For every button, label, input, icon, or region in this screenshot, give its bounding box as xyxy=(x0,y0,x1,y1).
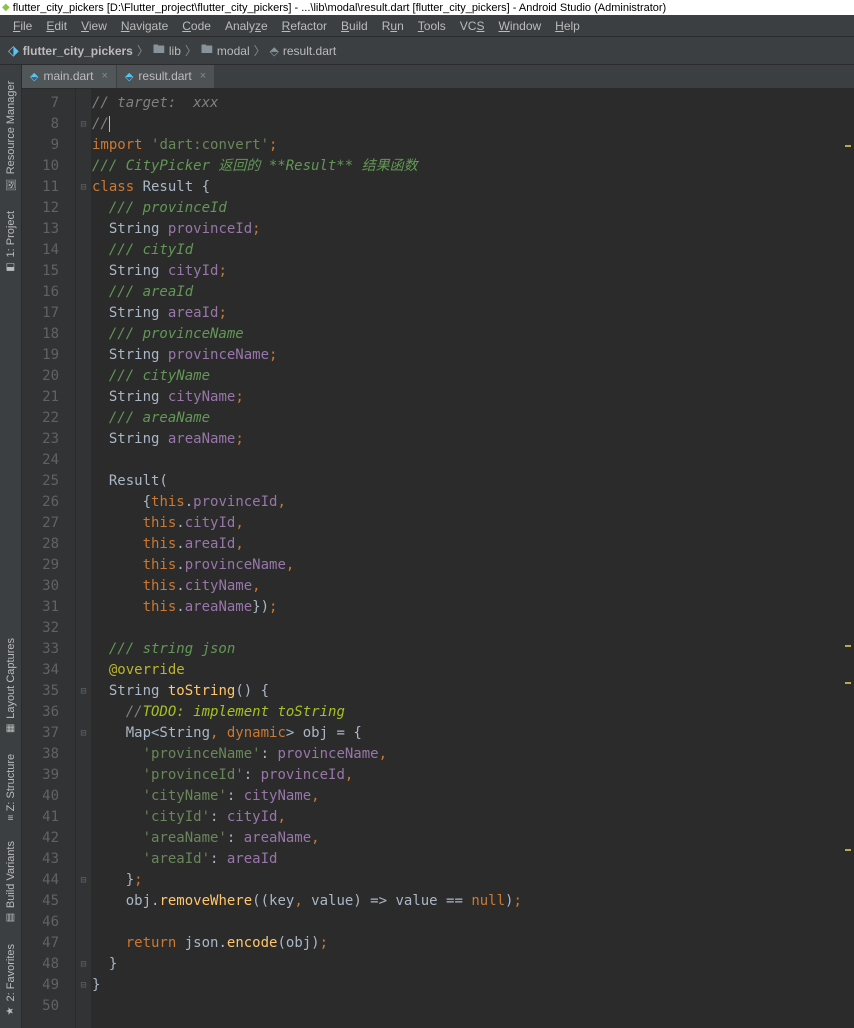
menu-tools[interactable]: Tools xyxy=(411,19,453,33)
app-icon: ◆ xyxy=(2,2,10,13)
breadcrumb-folder-lib[interactable]: 🖿 lib xyxy=(153,40,181,61)
menu-run[interactable]: Run xyxy=(375,19,411,33)
breadcrumb: ⬗ flutter_city_pickers 〉 🖿 lib 〉 🖿 modal… xyxy=(0,37,854,65)
menu-bar: File Edit View Navigate Code Analyze Ref… xyxy=(0,15,854,37)
menu-view[interactable]: View xyxy=(74,19,114,33)
dart-file-icon: ⬘ xyxy=(270,44,279,58)
dart-file-icon: ⬘ xyxy=(30,70,38,83)
breadcrumb-file[interactable]: ⬘ result.dart xyxy=(270,44,337,58)
menu-window[interactable]: Window xyxy=(491,19,548,33)
menu-build[interactable]: Build xyxy=(334,19,375,33)
breadcrumb-folder-modal[interactable]: 🖿 modal xyxy=(201,40,250,61)
menu-help[interactable]: Help xyxy=(548,19,587,33)
tab-main-dart[interactable]: ⬘ main.dart × xyxy=(22,65,116,88)
tab-result-dart[interactable]: ⬘ result.dart × xyxy=(117,65,214,88)
tool-project[interactable]: ◧1: Project xyxy=(5,203,17,280)
menu-file[interactable]: File xyxy=(6,19,39,33)
tool-layout-captures[interactable]: ▦Layout Captures xyxy=(5,630,17,742)
line-number-gutter[interactable]: 7 8 9 10 11 12 13 14 15 16 17 18 19 20 2… xyxy=(22,89,76,1028)
left-tool-strip: 🖼Resource Manager ◧1: Project ▦Layout Ca… xyxy=(0,65,22,1028)
folder-icon: 🖿 xyxy=(201,40,213,61)
chevron-right-icon: 〉 xyxy=(254,42,266,59)
dart-file-icon: ⬘ xyxy=(125,70,133,83)
menu-edit[interactable]: Edit xyxy=(39,19,74,33)
menu-refactor[interactable]: Refactor xyxy=(275,19,334,33)
close-icon[interactable]: × xyxy=(200,70,206,82)
tool-resource-manager[interactable]: 🖼Resource Manager xyxy=(5,73,17,199)
menu-code[interactable]: Code xyxy=(175,19,218,33)
tool-favorites[interactable]: ★2: Favorites xyxy=(5,936,17,1024)
chevron-right-icon: 〉 xyxy=(137,42,149,59)
fold-gutter[interactable]: ⊟ ⊟ ⊟ ⊟ ⊟ ⊟ ⊟ xyxy=(76,89,92,1028)
menu-analyze[interactable]: Analyze xyxy=(218,19,275,33)
tool-structure[interactable]: ≡Z: Structure xyxy=(5,746,17,829)
editor-tabs: ⬘ main.dart × ⬘ result.dart × xyxy=(22,65,854,89)
flutter-icon: ⬗ xyxy=(8,42,19,59)
breadcrumb-project[interactable]: ⬗ flutter_city_pickers xyxy=(8,42,133,59)
window-title: flutter_city_pickers [D:\Flutter_project… xyxy=(13,2,667,14)
menu-navigate[interactable]: Navigate xyxy=(114,19,175,33)
vertical-scrollbar[interactable] xyxy=(842,89,854,1028)
chevron-right-icon: 〉 xyxy=(185,42,197,59)
close-icon[interactable]: × xyxy=(102,70,108,82)
folder-icon: 🖿 xyxy=(153,40,165,61)
tool-build-variants[interactable]: ▤Build Variants xyxy=(5,833,17,931)
code-editor[interactable]: // target: xxx // import 'dart:convert';… xyxy=(92,89,842,1028)
menu-vcs[interactable]: VCS xyxy=(453,19,492,33)
window-titlebar: ◆ flutter_city_pickers [D:\Flutter_proje… xyxy=(0,0,854,15)
